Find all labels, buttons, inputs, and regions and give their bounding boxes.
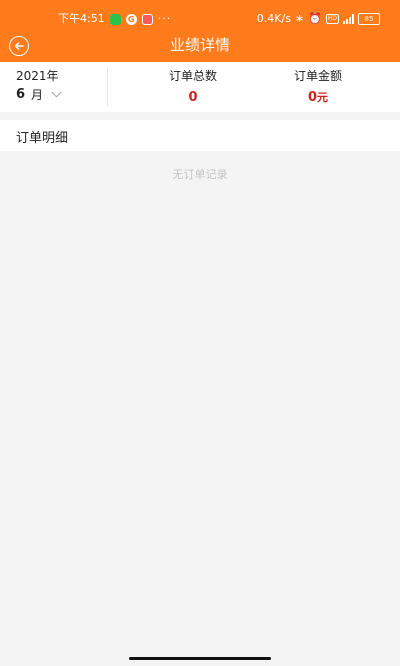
page-title: 业绩详情	[169, 36, 230, 54]
app-header: 下午4:51 G ··· 0.4K/s ∗ ⏰ HD 85 业绩详情	[0, 0, 400, 62]
network-speed: 0.4K/s	[256, 12, 291, 25]
empty-orders-message: 无订单记录	[172, 168, 228, 181]
chevron-down-icon	[51, 87, 62, 98]
order-details-header: 订单明细	[0, 120, 400, 151]
wechat-notification-icon	[109, 13, 121, 25]
total-amount-label: 订单金额	[293, 69, 342, 83]
battery-icon: 85	[358, 13, 380, 25]
total-orders-stat: 订单总数 0	[143, 68, 243, 106]
order-details-title: 订单明细	[16, 131, 69, 146]
status-bar: 下午4:51 G ··· 0.4K/s ∗ ⏰ HD 85	[0, 10, 400, 28]
mail-notification-icon	[141, 13, 153, 25]
total-amount-stat: 订单金额 0元	[268, 68, 368, 106]
bluetooth-icon: ∗	[294, 12, 305, 25]
summary-divider	[107, 68, 108, 106]
month-value: 6	[16, 87, 26, 102]
month-unit: 月	[31, 88, 44, 102]
signal-icon	[343, 14, 354, 24]
section-gap	[0, 112, 400, 120]
home-indicator[interactable]	[129, 657, 271, 660]
total-amount-value-row: 0元	[268, 90, 368, 106]
hd-icon: HD	[325, 14, 339, 24]
total-orders-value: 0	[188, 90, 198, 105]
alarm-icon: ⏰	[308, 12, 322, 25]
total-amount-unit: 元	[317, 91, 329, 104]
status-time: 下午4:51	[58, 12, 105, 25]
performance-summary: 2021年 6 月 订单总数 0 订单金额 0元	[0, 62, 400, 112]
total-orders-label: 订单总数	[168, 69, 217, 83]
more-notifications-icon: ···	[157, 12, 172, 25]
year-label: 2021年	[16, 69, 59, 83]
month-selector[interactable]: 6 月	[16, 86, 62, 103]
total-amount-value: 0	[307, 90, 318, 105]
app-notification-icon: G	[125, 13, 137, 25]
